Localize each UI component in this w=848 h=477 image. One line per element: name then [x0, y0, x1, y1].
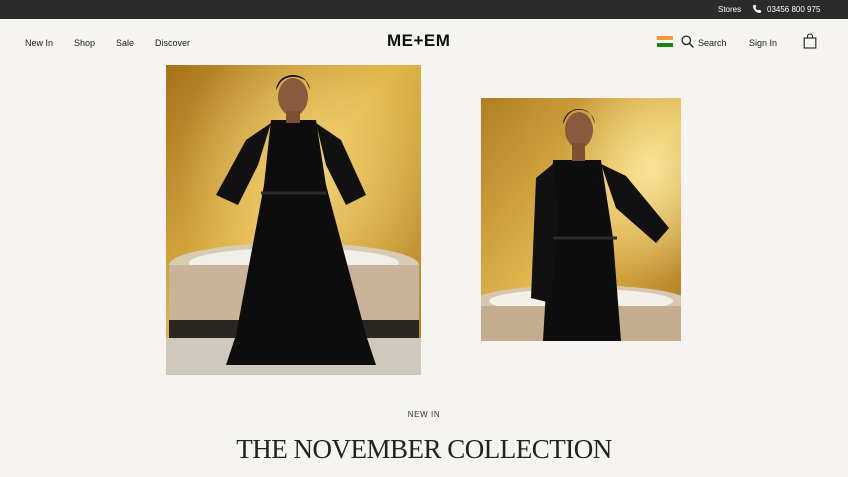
- collection-title: THE NOVEMBER COLLECTION: [236, 434, 612, 464]
- india-flag-icon[interactable]: [657, 36, 673, 47]
- search-link[interactable]: Search: [698, 38, 727, 48]
- shopping-bag-icon[interactable]: [803, 33, 817, 49]
- campaign-photo-full-length[interactable]: [166, 65, 421, 375]
- stores-link[interactable]: Stores: [718, 5, 741, 14]
- phone-number-link[interactable]: 03456 800 975: [767, 5, 820, 14]
- phone-icon: [753, 5, 761, 13]
- brand-logo[interactable]: ME+EM: [387, 31, 450, 51]
- search-icon[interactable]: [681, 35, 694, 48]
- main-header: New In Shop Sale Discover ME+EM Search S…: [0, 19, 848, 65]
- model-photo-illustration: [166, 65, 421, 375]
- section-eyebrow: NEW IN: [407, 410, 441, 419]
- nav-discover[interactable]: Discover: [155, 38, 190, 48]
- nav-new-in[interactable]: New In: [25, 38, 53, 48]
- utility-bar: Stores 03456 800 975: [0, 0, 848, 19]
- nav-shop[interactable]: Shop: [74, 38, 95, 48]
- campaign-photo-close-up[interactable]: [481, 98, 681, 341]
- sign-in-link[interactable]: Sign In: [749, 38, 777, 48]
- nav-sale[interactable]: Sale: [116, 38, 134, 48]
- model-photo-illustration: [481, 98, 681, 341]
